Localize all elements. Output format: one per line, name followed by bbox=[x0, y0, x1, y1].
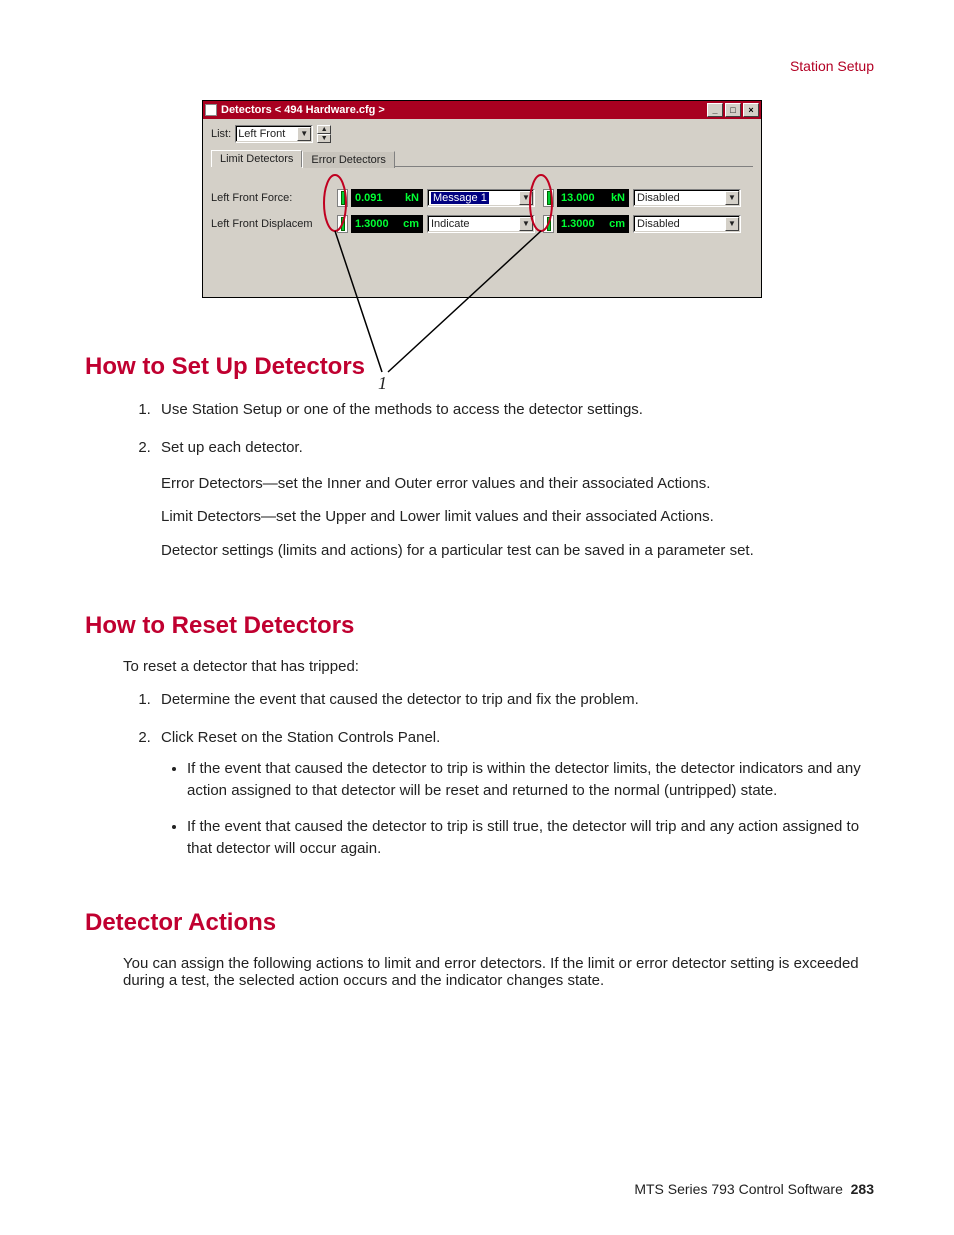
reset-intro: To reset a detector that has tripped: bbox=[123, 658, 879, 675]
lower-indicator[interactable] bbox=[543, 189, 554, 207]
heading-setup: How to Set Up Detectors bbox=[85, 353, 879, 381]
lower-limit-unit: kN bbox=[611, 192, 625, 204]
app-icon bbox=[205, 104, 217, 116]
bullet-item: If the event that caused the detector to… bbox=[187, 758, 879, 802]
chevron-down-icon[interactable]: ▼ bbox=[725, 217, 739, 231]
sub-line: Detector settings (limits and actions) f… bbox=[161, 540, 879, 562]
chevron-down-icon[interactable]: ▼ bbox=[297, 127, 311, 141]
upper-action-select[interactable]: Indicate ▼ bbox=[427, 215, 535, 233]
list-item: Use Station Setup or one of the methods … bbox=[155, 399, 879, 421]
bullet-item: If the event that caused the detector to… bbox=[187, 816, 879, 860]
upper-indicator[interactable] bbox=[337, 215, 348, 233]
chevron-down-icon[interactable]: ▼ bbox=[725, 191, 739, 205]
close-button[interactable]: × bbox=[743, 103, 759, 117]
indicator-bar-icon bbox=[341, 191, 345, 205]
running-header: Station Setup bbox=[790, 58, 874, 74]
chevron-down-icon[interactable]: ▼ bbox=[519, 217, 533, 231]
footer-text: MTS Series 793 Control Software bbox=[634, 1181, 843, 1197]
lower-indicator[interactable] bbox=[543, 215, 554, 233]
lower-action-select[interactable]: Disabled ▼ bbox=[633, 215, 741, 233]
maximize-button[interactable]: □ bbox=[725, 103, 741, 117]
row-label: Left Front Displacem bbox=[211, 218, 331, 230]
tab-limit-detectors[interactable]: Limit Detectors bbox=[211, 150, 302, 167]
tab-error-detectors[interactable]: Error Detectors bbox=[302, 151, 395, 168]
reset-steps: Determine the event that caused the dete… bbox=[155, 689, 879, 860]
upper-indicator[interactable] bbox=[337, 189, 348, 207]
heading-actions: Detector Actions bbox=[85, 909, 879, 937]
upper-action-value: Message 1 bbox=[431, 192, 489, 204]
upper-limit-input[interactable]: 1.3000 cm bbox=[351, 215, 423, 233]
upper-action-select[interactable]: Message 1 ▼ bbox=[427, 189, 535, 207]
list-combo[interactable]: Left Front ▼ bbox=[235, 125, 313, 143]
spin-up-icon[interactable]: ▲ bbox=[317, 125, 331, 134]
actions-body: You can assign the following actions to … bbox=[123, 955, 879, 989]
detector-row: Left Front Force: 0.091 kN Message 1 ▼ bbox=[211, 189, 753, 211]
list-label: List: bbox=[211, 128, 231, 140]
titlebar[interactable]: Detectors < 494 Hardware.cfg > _ □ × bbox=[203, 101, 761, 119]
row-label: Left Front Force: bbox=[211, 192, 331, 204]
minimize-button[interactable]: _ bbox=[707, 103, 723, 117]
upper-limit-unit: kN bbox=[405, 192, 419, 204]
upper-limit-value: 0.091 bbox=[355, 192, 383, 204]
indicator-bar-icon bbox=[547, 191, 551, 205]
step-text: Set up each detector. bbox=[161, 439, 303, 456]
list-item: Determine the event that caused the dete… bbox=[155, 689, 879, 711]
lower-action-select[interactable]: Disabled ▼ bbox=[633, 189, 741, 207]
callout-label: 1 bbox=[378, 373, 387, 394]
lower-limit-unit: cm bbox=[609, 218, 625, 230]
chevron-down-icon[interactable]: ▼ bbox=[519, 191, 533, 205]
step-text: Click Reset on the Station Controls Pane… bbox=[161, 729, 440, 746]
indicator-bar-icon bbox=[341, 217, 345, 231]
page-number: 283 bbox=[851, 1181, 874, 1197]
sub-line: Error Detectors—set the Inner and Outer … bbox=[161, 473, 879, 495]
sub-line: Limit Detectors—set the Upper and Lower … bbox=[161, 506, 879, 528]
detectors-window: Detectors < 494 Hardware.cfg > _ □ × Lis… bbox=[202, 100, 762, 298]
list-item: Click Reset on the Station Controls Pane… bbox=[155, 727, 879, 860]
window-title: Detectors < 494 Hardware.cfg > bbox=[221, 101, 385, 119]
lower-action-value: Disabled bbox=[637, 192, 680, 204]
lower-limit-input[interactable]: 1.3000 cm bbox=[557, 215, 629, 233]
lower-action-value: Disabled bbox=[637, 218, 680, 230]
heading-reset: How to Reset Detectors bbox=[85, 612, 879, 640]
upper-limit-value: 1.3000 bbox=[355, 218, 389, 230]
list-item: Set up each detector. Error Detectors—se… bbox=[155, 437, 879, 562]
lower-limit-value: 1.3000 bbox=[561, 218, 595, 230]
page-footer: MTS Series 793 Control Software 283 bbox=[634, 1181, 874, 1197]
setup-steps: Use Station Setup or one of the methods … bbox=[155, 399, 879, 562]
lower-limit-value: 13.000 bbox=[561, 192, 595, 204]
list-combo-value: Left Front bbox=[238, 128, 285, 140]
upper-limit-unit: cm bbox=[403, 218, 419, 230]
list-spinner[interactable]: ▲ ▼ bbox=[317, 125, 331, 143]
upper-action-value: Indicate bbox=[431, 218, 470, 230]
spin-down-icon[interactable]: ▼ bbox=[317, 134, 331, 143]
detector-row: Left Front Displacem 1.3000 cm Indicate … bbox=[211, 215, 753, 237]
upper-limit-input[interactable]: 0.091 kN bbox=[351, 189, 423, 207]
lower-limit-input[interactable]: 13.000 kN bbox=[557, 189, 629, 207]
indicator-bar-icon bbox=[547, 217, 551, 231]
